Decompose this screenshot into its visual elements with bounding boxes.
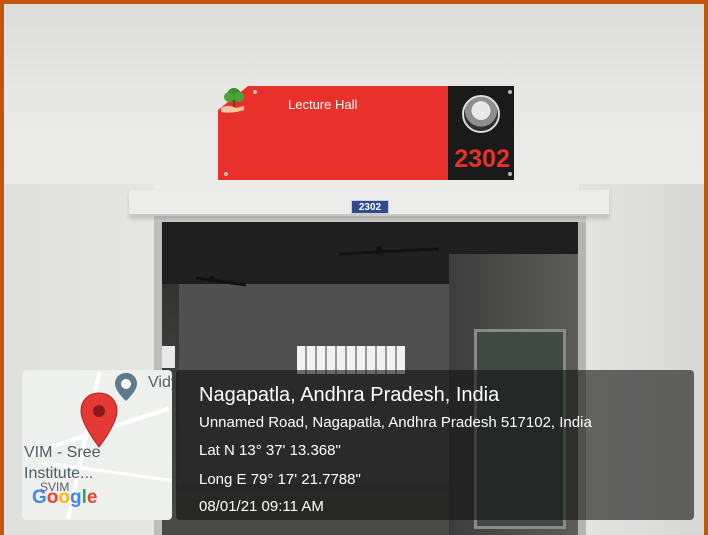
poi-label: Vidy — [148, 374, 172, 391]
location-info-panel: Nagapatla, Andhra Pradesh, India Unnamed… — [176, 370, 694, 520]
room-number-plate: 2302 — [351, 200, 389, 214]
lecture-hall-sign: Lecture Hall 2302 — [218, 86, 514, 180]
google-letter: G — [32, 487, 47, 508]
map-thumbnail[interactable]: Vidy VIM - Sree Institute... SVIM Google — [22, 370, 172, 520]
sign-title: Lecture Hall — [288, 97, 358, 112]
google-letter: o — [46, 487, 59, 508]
sign-room-number: 2302 — [454, 145, 510, 173]
portrait-icon — [462, 95, 500, 133]
google-letter: e — [86, 487, 98, 508]
location-address: Unnamed Road, Nagapatla, Andhra Pradesh … — [199, 414, 592, 431]
google-logo: Google — [32, 487, 97, 509]
photo-frame: 2302 Lecture Hall 2302 Vid VIM - Sree In… — [0, 0, 708, 535]
latitude-text: Lat N 13° 37' 13.368" — [199, 442, 341, 459]
tree-hand-logo-icon — [221, 88, 244, 113]
location-pin-icon — [80, 392, 118, 448]
map-place-label: VIM - Sree — [24, 444, 101, 461]
google-letter: g — [70, 487, 82, 508]
geotagged-photo: 2302 Lecture Hall 2302 Vid VIM - Sree In… — [4, 4, 704, 535]
longitude-text: Long E 79° 17' 21.7788" — [199, 471, 361, 488]
google-letter: o — [58, 487, 70, 508]
door-frame-top — [154, 216, 586, 222]
timestamp-text: 08/01/21 09:11 AM — [199, 498, 324, 515]
location-title: Nagapatla, Andhra Pradesh, India — [199, 384, 500, 406]
